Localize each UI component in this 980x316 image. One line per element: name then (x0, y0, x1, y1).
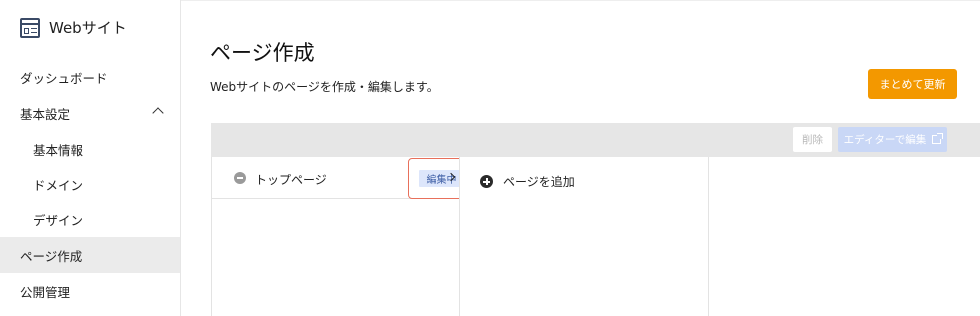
page-description: Webサイトのページを作成・編集します。 (210, 80, 439, 94)
page-tree-column-1: トップページ 編集中 (211, 157, 475, 316)
sidebar-brand[interactable]: Webサイト (20, 17, 127, 38)
page-toolbar: 削除 エディターで編集 (211, 123, 980, 157)
page-tree-column-2: ページを追加 (459, 157, 709, 316)
sidebar: Webサイト ダッシュボード 基本設定 基本情報 ドメイン デザイン ページ作成… (0, 0, 181, 316)
edit-in-editor-label: エディターで編集 (843, 134, 927, 146)
sidebar-item-label: 基本設定 (20, 106, 71, 122)
plus-circle-icon (480, 175, 493, 188)
editing-status-badge: 編集中 (419, 170, 464, 187)
edit-in-editor-button[interactable]: エディターで編集 (838, 127, 947, 152)
brand-label: Webサイト (49, 19, 127, 37)
page-title: ページ作成 (210, 41, 315, 65)
sidebar-item-label: 基本情報 (33, 142, 84, 158)
sidebar-item-publish-management[interactable]: 公開管理 (0, 273, 180, 309)
page-tree-column-3 (708, 157, 980, 316)
sidebar-item-design[interactable]: デザイン (0, 201, 180, 237)
sidebar-item-domain[interactable]: ドメイン (0, 166, 180, 202)
sidebar-item-label: ページ作成 (20, 248, 83, 264)
sidebar-item-label: ダッシュボード (20, 70, 108, 86)
collapse-minus-icon[interactable] (234, 172, 246, 184)
main-content: ページ作成 Webサイトのページを作成・編集します。 まとめて更新 削除 エディ… (181, 0, 980, 316)
add-page-label: ページを追加 (503, 175, 575, 189)
bulk-update-button[interactable]: まとめて更新 (868, 69, 957, 99)
page-name: トップページ (255, 173, 327, 187)
website-icon (20, 17, 40, 38)
sidebar-item-label: デザイン (33, 212, 84, 228)
external-link-icon (932, 133, 944, 144)
sidebar-item-basic-info[interactable]: 基本情報 (0, 131, 180, 167)
delete-button[interactable]: 削除 (793, 127, 832, 152)
sidebar-item-label: 公開管理 (20, 284, 71, 300)
sidebar-item-basic-settings[interactable]: 基本設定 (0, 95, 180, 131)
sidebar-item-dashboard[interactable]: ダッシュボード (0, 59, 180, 95)
chevron-up-icon (152, 107, 164, 119)
page-row-top-page[interactable]: トップページ 編集中 (212, 157, 475, 199)
sidebar-item-label: ドメイン (33, 177, 84, 193)
sidebar-item-page-creation[interactable]: ページ作成 (0, 237, 180, 273)
